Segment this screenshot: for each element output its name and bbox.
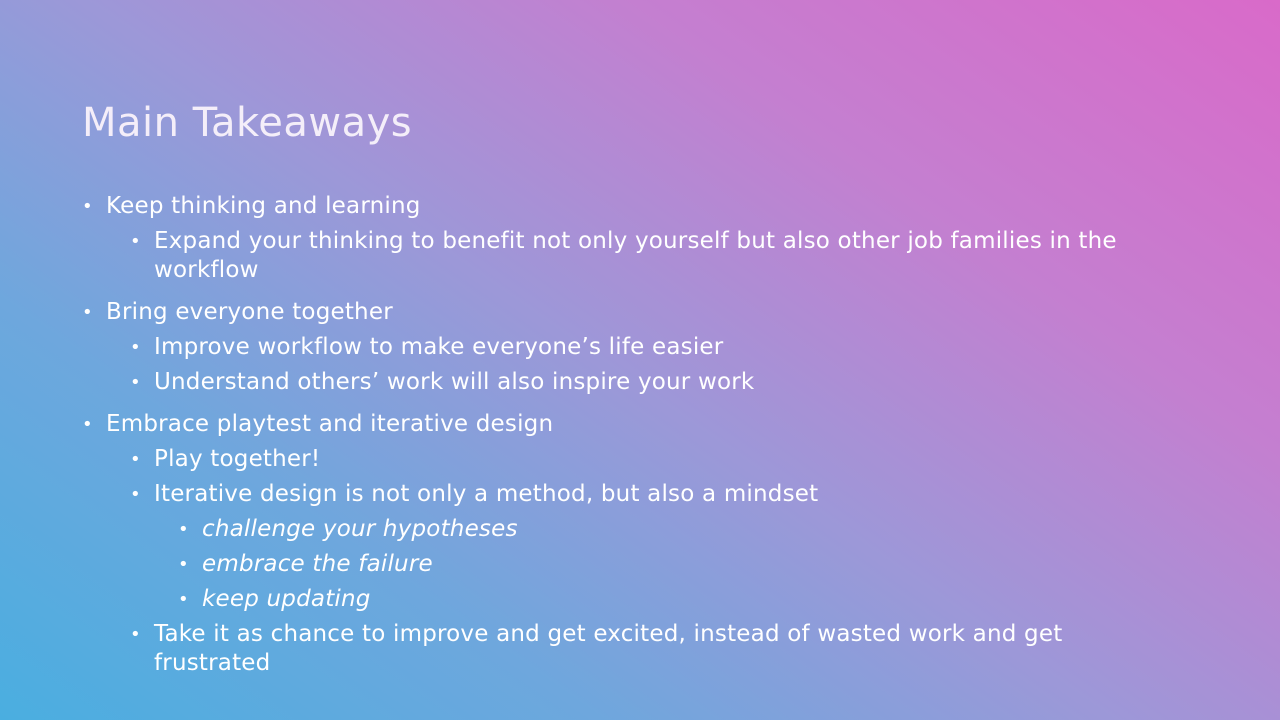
bullet-icon: • (178, 519, 189, 540)
bullet-icon: • (82, 196, 93, 217)
list-item-text: Iterative design is not only a method, b… (154, 481, 819, 507)
bullet-list: • Keep thinking and learning • Expand yo… (82, 188, 1182, 678)
bullet-icon: • (130, 337, 141, 358)
list-item-text: Play together! (154, 446, 321, 472)
list-item-text: embrace the failure (202, 551, 433, 577)
sub-item-iterative-design: • Iterative design is not only a method,… (82, 480, 1182, 509)
list-item-embrace-playtest: • Embrace playtest and iterative design (82, 410, 1182, 439)
sub-sub-item-challenge: • challenge your hypotheses (82, 515, 1182, 544)
sub-item-understand-others: • Understand others’ work will also insp… (82, 368, 1182, 397)
sub-item-take-chance: • Take it as chance to improve and get e… (82, 620, 1182, 678)
list-item-bring-everyone: • Bring everyone together (82, 298, 1182, 327)
bullet-icon: • (178, 589, 189, 610)
bullet-icon: • (130, 231, 141, 252)
bullet-icon: • (82, 302, 93, 323)
bullet-icon: • (82, 414, 93, 435)
sub-item-improve-workflow: • Improve workflow to make everyone’s li… (82, 333, 1182, 362)
sub-sub-item-keep-updating: • keep updating (82, 585, 1182, 614)
sub-item-play-together: • Play together! (82, 445, 1182, 474)
list-item-text: Keep thinking and learning (106, 193, 421, 219)
bullet-icon: • (130, 372, 141, 393)
bullet-icon: • (130, 624, 141, 645)
list-item-text: Understand others’ work will also inspir… (154, 369, 755, 395)
list-item-text: Improve workflow to make everyone’s life… (154, 334, 724, 360)
bullet-icon: • (130, 484, 141, 505)
slide-title: Main Takeaways (82, 100, 413, 146)
slide: Main Takeaways • Keep thinking and learn… (0, 0, 1280, 720)
sub-sub-item-embrace-failure: • embrace the failure (82, 550, 1182, 579)
bullet-icon: • (130, 449, 141, 470)
list-item-text: challenge your hypotheses (202, 516, 518, 542)
list-item-text: Bring everyone together (106, 299, 393, 325)
list-item-text: keep updating (202, 586, 371, 612)
bullet-icon: • (178, 554, 189, 575)
list-item-keep-thinking: • Keep thinking and learning (82, 192, 1182, 221)
list-item-text: Embrace playtest and iterative design (106, 411, 554, 437)
list-item-text: Take it as chance to improve and get exc… (154, 621, 1063, 676)
sub-item-expand-thinking: • Expand your thinking to benefit not on… (82, 227, 1182, 285)
list-item-text: Expand your thinking to benefit not only… (154, 228, 1117, 283)
